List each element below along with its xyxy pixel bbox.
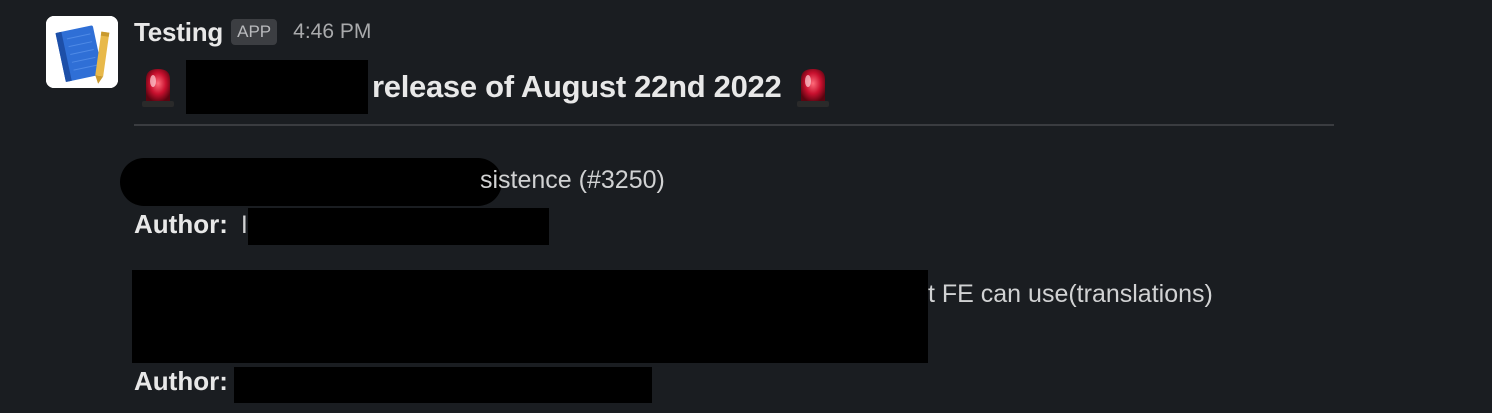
redacted-change-title-1 [120,158,502,206]
app-badge: APP [231,19,278,45]
redacted-author-1 [248,208,549,245]
change-title-1[interactable]: sistence (#3250) [480,166,665,195]
release-title: release of August 22nd 2022 [134,60,837,114]
change-title-2[interactable]: t FE can use(translations) [928,280,1213,309]
redacted-project-name [186,60,368,114]
app-avatar[interactable] [46,16,118,88]
message-header: Testing APP 4:46 PM [134,14,371,50]
redacted-author-2 [234,367,652,403]
rotating-light-right-icon [797,69,830,107]
book-app-icon [46,16,118,88]
author-line-2: Author: [134,366,228,397]
release-title-text: release of August 22nd 2022 [372,69,782,104]
author-label-1: Author: [134,209,228,239]
section-divider [134,124,1334,126]
author-prefix-1: I [240,211,248,239]
rotating-light-left-icon [142,69,174,107]
author-line-1: Author: I [134,209,248,240]
slack-message: Testing APP 4:46 PM release of August 22… [0,0,1492,413]
redacted-change-title-2 [132,270,928,363]
sender-name[interactable]: Testing [134,17,223,48]
message-timestamp[interactable]: 4:46 PM [293,20,371,44]
author-label-2: Author: [134,366,228,396]
